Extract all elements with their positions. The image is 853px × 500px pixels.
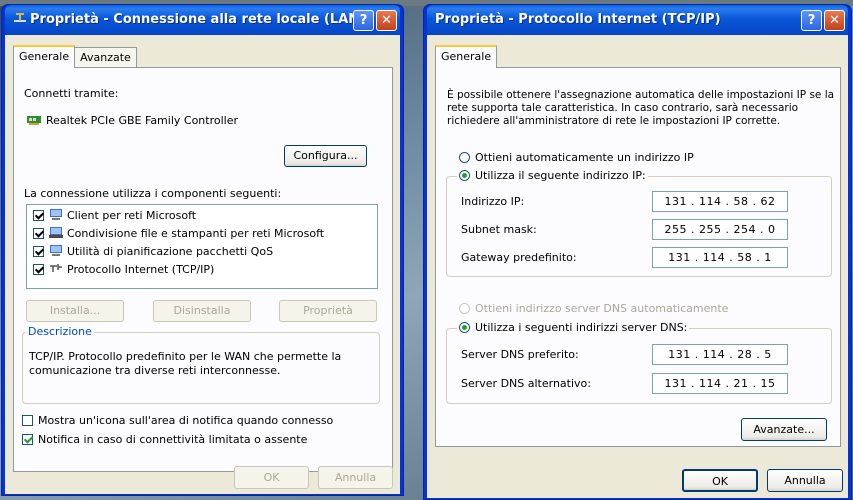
auto-ip-radio[interactable] — [459, 152, 470, 163]
manual-dns-radio[interactable] — [459, 322, 470, 333]
network-client-icon — [50, 209, 62, 220]
tab-generale[interactable]: Generale — [13, 45, 76, 68]
auto-dns-option[interactable]: Ottieni indirizzo server DNS automaticam… — [459, 302, 728, 315]
show-icon-label: Mostra un'icona sull'area di notifica qu… — [38, 414, 334, 427]
component-checkbox[interactable] — [33, 210, 44, 221]
notify-label: Notifica in caso di connettività limitat… — [38, 433, 308, 446]
alternate-dns-label: Server DNS alternativo: — [461, 377, 591, 390]
list-item[interactable]: Client per reti Microsoft — [33, 208, 196, 224]
list-item[interactable]: Utilità di pianificazione pacchetti QoS — [33, 244, 273, 260]
advanced-button[interactable]: Avanzate... — [741, 418, 827, 441]
tcpip-properties-titlebar[interactable]: Proprietà - Protocollo Internet (TCP/IP)… — [427, 5, 848, 35]
components-list[interactable]: Client per reti Microsoft Condivisione f… — [26, 204, 378, 289]
manual-dns-option[interactable]: Utilizza i seguenti indirizzi server DNS… — [457, 321, 690, 334]
tab-generale[interactable]: Generale — [435, 45, 498, 68]
install-button[interactable]: Installa... — [26, 300, 124, 322]
manual-ip-option[interactable]: Utilizza il seguente indirizzo IP: — [457, 169, 648, 182]
notify-checkbox[interactable] — [22, 434, 33, 445]
tcpip-properties-window: Proprietà - Protocollo Internet (TCP/IP)… — [423, 4, 852, 500]
description-group: Descrizione TCP/IP. Protocollo predefini… — [22, 325, 380, 404]
auto-dns-label: Ottieni indirizzo server DNS automaticam… — [475, 302, 729, 315]
tcpip-properties-client: Generale È possibile ottenere l'assegnaz… — [427, 35, 848, 498]
ok-button[interactable]: OK — [682, 469, 758, 492]
show-icon-checkbox[interactable] — [22, 415, 33, 426]
help-button[interactable]: ? — [353, 10, 374, 31]
list-item[interactable]: Condivisione file e stampanti per reti M… — [33, 226, 324, 242]
description-legend: Descrizione — [26, 325, 94, 338]
auto-ip-option[interactable]: Ottieni automaticamente un indirizzo IP — [459, 151, 694, 164]
manual-dns-label: Utilizza i seguenti indirizzi server DNS… — [475, 321, 688, 334]
close-button[interactable]: ✕ — [824, 10, 845, 31]
lan-properties-client: Generale Avanzate Connetti tramite: Realt… — [5, 35, 400, 494]
ip-address-field[interactable]: 131 . 114 . 58 . 62 — [652, 191, 788, 212]
auto-dns-radio[interactable] — [459, 303, 470, 314]
intro-line-1: È possibile ottenere l'assegnazione auto… — [447, 89, 835, 101]
gateway-label: Gateway predefinito: — [461, 251, 577, 264]
file-sharing-icon — [49, 227, 63, 238]
uninstall-button[interactable]: Disinstalla — [153, 300, 251, 322]
cancel-button[interactable]: Annulla — [767, 469, 843, 492]
network-adapter-icon — [27, 116, 41, 125]
window-title: Proprietà - Protocollo Internet (TCP/IP) — [435, 12, 721, 27]
adapter-row: Realtek PCIe GBE Family Controller — [26, 113, 238, 127]
component-checkbox[interactable] — [33, 246, 44, 257]
notify-option[interactable]: Notifica in caso di connettività limitat… — [22, 433, 307, 446]
show-icon-option[interactable]: Mostra un'icona sull'area di notifica qu… — [22, 414, 333, 427]
description-line-1: TCP/IP. Protocollo predefinito per le WA… — [29, 350, 342, 363]
tab-avanzate[interactable]: Avanzate — [74, 47, 137, 68]
manual-ip-label: Utilizza il seguente indirizzo IP: — [475, 169, 646, 182]
lan-properties-titlebar[interactable]: Proprietà - Connessione alla rete locale… — [5, 5, 400, 35]
ip-address-group: Utilizza il seguente indirizzo IP: Indir… — [446, 169, 832, 277]
connect-using-label: Connetti tramite: — [24, 87, 119, 100]
network-connection-icon — [14, 13, 26, 22]
intro-line-3: richiedere all'amministratore di rete le… — [447, 115, 781, 127]
preferred-dns-field[interactable]: 131 . 114 . 28 . 5 — [652, 344, 788, 365]
window-title: Proprietà - Connessione alla rete locale… — [13, 12, 365, 27]
tab-panel-generale: È possibile ottenere l'assegnazione auto… — [435, 67, 841, 447]
alternate-dns-field[interactable]: 131 . 114 . 21 . 15 — [652, 373, 788, 394]
adapter-name: Realtek PCIe GBE Family Controller — [46, 114, 239, 127]
tab-panel-generale: Connetti tramite: Realtek PCIe GBE Famil… — [13, 67, 393, 472]
properties-button[interactable]: Proprietà — [279, 300, 377, 322]
subnet-mask-label: Subnet mask: — [461, 223, 537, 236]
description-line-2: comunicazione tra diverse reti interconn… — [29, 364, 281, 377]
preferred-dns-label: Server DNS preferito: — [461, 348, 579, 361]
lan-properties-window: Proprietà - Connessione alla rete locale… — [1, 4, 404, 496]
intro-line-2: rete supporta tale caratteristica. In ca… — [447, 102, 799, 114]
qos-scheduler-icon — [50, 245, 62, 256]
tab-strip: Generale — [435, 45, 498, 68]
auto-ip-label: Ottieni automaticamente un indirizzo IP — [475, 151, 694, 164]
configure-button[interactable]: Configura... — [284, 145, 367, 167]
manual-ip-radio[interactable] — [459, 170, 470, 181]
gateway-field[interactable]: 131 . 114 . 58 . 1 — [652, 247, 788, 268]
components-label: La connessione utilizza i componenti seg… — [24, 187, 282, 200]
dns-server-group: Utilizza i seguenti indirizzi server DNS… — [446, 321, 832, 404]
ip-address-label: Indirizzo IP: — [461, 195, 525, 208]
cancel-button[interactable]: Annulla — [318, 466, 393, 489]
subnet-mask-field[interactable]: 255 . 255 . 254 . 0 — [652, 219, 788, 240]
ok-button[interactable]: OK — [234, 466, 309, 489]
help-button[interactable]: ? — [801, 10, 822, 31]
component-checkbox[interactable] — [33, 264, 44, 275]
protocol-icon — [50, 264, 62, 272]
component-checkbox[interactable] — [33, 228, 44, 239]
list-item[interactable]: Protocollo Internet (TCP/IP) — [33, 262, 214, 278]
tab-strip: Generale Avanzate — [13, 45, 137, 68]
close-button[interactable]: ✕ — [376, 10, 397, 31]
